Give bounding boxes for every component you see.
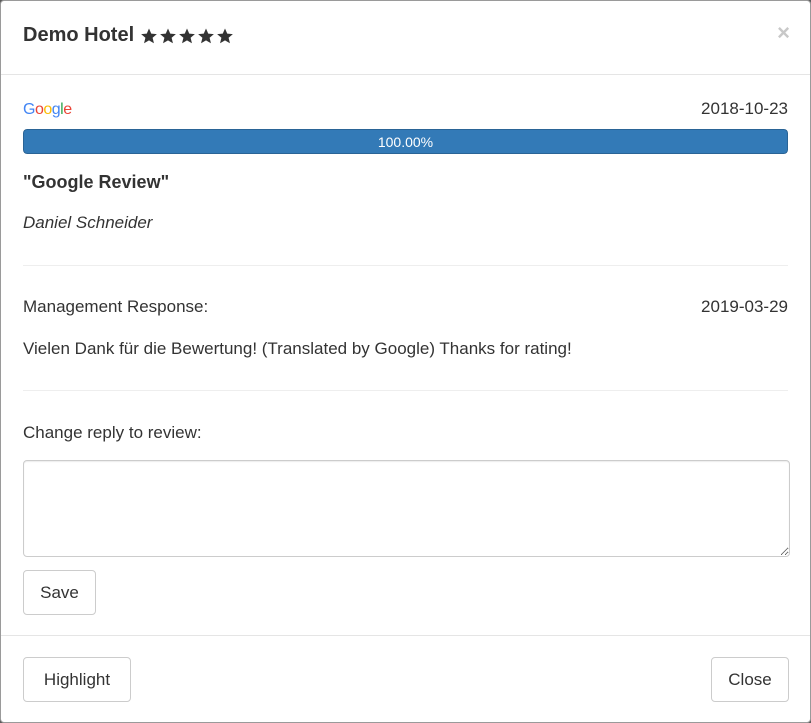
review-meta-row: Google 2018-10-23: [23, 99, 788, 121]
score-progress-bar: 100.00%: [23, 129, 788, 154]
star-icon: [179, 28, 195, 43]
star-icon: [198, 28, 214, 43]
divider: [23, 265, 788, 266]
star-icon: [217, 28, 233, 43]
review-modal: Demo Hotel × Google 2018-10-23 100.00% "…: [0, 0, 811, 723]
star-icon: [160, 28, 176, 43]
highlight-button[interactable]: Highlight: [23, 657, 131, 702]
star-icon: [141, 28, 157, 43]
close-icon[interactable]: ×: [777, 22, 790, 44]
modal-header: Demo Hotel ×: [1, 1, 810, 75]
close-button[interactable]: Close: [711, 657, 789, 702]
response-date: 2019-03-29: [701, 297, 788, 316]
score-progress: 100.00%: [23, 129, 788, 154]
response-label: Management Response:: [23, 297, 209, 316]
save-button[interactable]: Save: [23, 570, 96, 615]
modal-title: Demo Hotel: [23, 24, 234, 47]
review-title: "Google Review": [23, 172, 170, 192]
reply-textarea[interactable]: [23, 460, 790, 557]
modal-footer: Highlight Close: [1, 635, 810, 722]
review-author: Daniel Schneider: [23, 213, 153, 232]
star-rating: [140, 27, 234, 45]
hotel-name: Demo Hotel: [23, 24, 135, 46]
google-logo: Google: [23, 101, 72, 118]
response-text: Vielen Dank für die Bewertung! (Translat…: [23, 339, 572, 358]
divider: [23, 390, 788, 391]
modal-body: Google 2018-10-23 100.00% "Google Review…: [1, 75, 810, 635]
review-date: 2018-10-23: [701, 99, 788, 118]
reply-label: Change reply to review:: [23, 423, 202, 442]
